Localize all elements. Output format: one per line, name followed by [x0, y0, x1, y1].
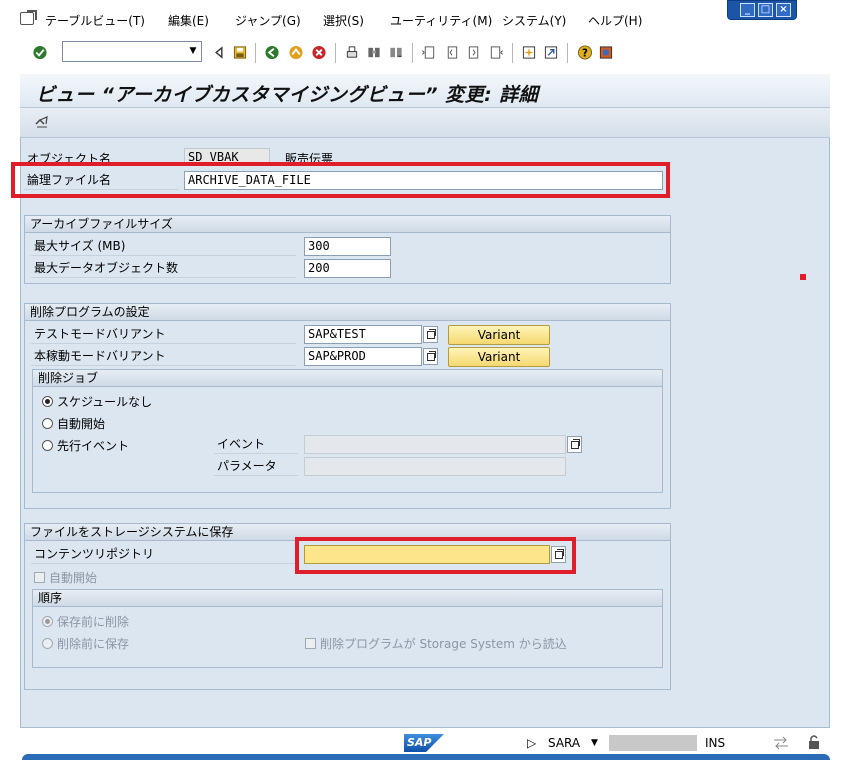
radio-preceding-event-label: 先行イベント	[57, 439, 130, 453]
max-objects-input[interactable]: 200	[304, 259, 391, 278]
back-icon[interactable]	[264, 45, 280, 60]
command-field[interactable]	[62, 41, 202, 62]
event-input	[304, 435, 566, 454]
sequence-title: 順序	[33, 590, 662, 607]
lock-icon	[809, 735, 819, 749]
menu-utilities[interactable]: ユーティリティ(M)	[390, 12, 492, 29]
help-icon[interactable]: ?	[577, 45, 593, 60]
command-dropdown-icon[interactable]: ▼	[186, 43, 200, 60]
radio-delete-before-store-label: 保存前に削除	[57, 615, 130, 629]
close-icon[interactable]: ×	[776, 3, 791, 17]
menu-selection[interactable]: 選択(S)	[323, 12, 364, 29]
back-arrow-icon[interactable]	[211, 45, 227, 60]
layout-icon[interactable]	[598, 45, 614, 60]
cancel-icon[interactable]	[311, 45, 327, 60]
next-page-icon[interactable]	[466, 45, 482, 60]
radio-no-schedule[interactable]	[42, 396, 53, 407]
connection-icon	[774, 736, 788, 750]
parameter-label: パラメータ	[214, 457, 298, 476]
exit-icon[interactable]	[288, 45, 304, 60]
find-icon[interactable]	[366, 45, 382, 60]
prev-page-icon[interactable]	[444, 45, 460, 60]
toolbar-separator	[255, 43, 256, 63]
value-help-icon[interactable]	[423, 348, 438, 365]
application-toolbar	[20, 108, 830, 138]
archive-size-title: アーカイブファイルサイズ	[25, 216, 670, 233]
maximize-icon[interactable]: □	[758, 3, 773, 17]
max-objects-label: 最大データオブジェクト数	[31, 259, 296, 278]
test-variant-button[interactable]: Variant	[448, 325, 550, 345]
menu-goto[interactable]: ジャンプ(G)	[235, 12, 301, 29]
first-page-icon[interactable]	[421, 45, 437, 60]
radio-auto-start-label: 自動開始	[57, 417, 106, 431]
display-change-icon[interactable]	[34, 115, 50, 129]
radio-preceding-event[interactable]	[42, 440, 53, 451]
auto-start-checkbox	[34, 572, 45, 583]
test-variant-input[interactable]: SAP&TEST	[304, 325, 422, 344]
highlight-box-logical-file	[11, 162, 670, 198]
read-from-storage-checkbox	[305, 638, 316, 649]
read-from-storage-label: 削除プログラムが Storage System から読込	[320, 637, 567, 651]
page-title: ビュー “アーカイブカスタマイジングビュー” 変更: 詳細	[36, 84, 539, 106]
prod-variant-input[interactable]: SAP&PROD	[304, 347, 422, 366]
svg-text:?: ?	[582, 47, 588, 59]
menu-system[interactable]: システム(Y)	[502, 12, 566, 29]
test-variant-label: テストモードバリアント	[31, 325, 296, 344]
input-mode: INS	[705, 736, 726, 750]
max-size-input[interactable]: 300	[304, 237, 391, 256]
prod-variant-label: 本稼動モードバリアント	[31, 347, 296, 366]
transaction-code: SARA	[548, 736, 581, 750]
parameter-input	[304, 457, 566, 476]
last-page-icon[interactable]	[488, 45, 504, 60]
auto-start-label: 自動開始	[49, 571, 98, 585]
print-icon[interactable]	[344, 45, 360, 60]
enter-icon[interactable]	[32, 45, 48, 60]
save-icon[interactable]	[232, 45, 248, 60]
shortcut-icon[interactable]	[543, 45, 559, 60]
transaction-dropdown-icon[interactable]: ▼	[591, 738, 598, 748]
radio-store-before-delete	[42, 638, 53, 649]
toolbar-separator	[335, 43, 336, 63]
window-controls: _ □ ×	[727, 0, 797, 20]
toolbar-separator	[412, 43, 413, 63]
highlight-box-content-repository	[295, 537, 576, 574]
radio-no-schedule-label: スケジュールなし	[57, 395, 153, 409]
value-help-icon[interactable]	[423, 326, 438, 343]
delete-jobs-title: 削除ジョブ	[33, 370, 662, 387]
create-session-icon[interactable]	[521, 45, 537, 60]
radio-delete-before-store	[42, 616, 53, 627]
status-expand-icon[interactable]: ▷	[527, 736, 536, 750]
menu-edit[interactable]: 編集(E)	[168, 12, 209, 29]
radio-auto-start[interactable]	[42, 418, 53, 429]
prod-variant-button[interactable]: Variant	[448, 347, 550, 367]
menu-table-view[interactable]: テーブルビュー(T)	[45, 12, 145, 29]
max-size-label: 最大サイズ (MB)	[31, 237, 296, 256]
delete-program-title: 削除プログラムの設定	[25, 304, 670, 321]
find-next-icon[interactable]	[388, 45, 404, 60]
menu-help[interactable]: ヘルプ(H)	[588, 12, 642, 29]
menu-export-icon[interactable]	[20, 12, 34, 25]
event-label: イベント	[214, 435, 298, 454]
value-help-icon[interactable]	[567, 436, 582, 453]
toolbar-separator	[512, 43, 513, 63]
content-repository-label: コンテンツリポジトリ	[31, 545, 296, 564]
bottom-strip	[22, 754, 830, 760]
toolbar-separator	[567, 43, 568, 63]
red-marker	[800, 274, 806, 280]
radio-store-before-delete-label: 削除前に保存	[57, 637, 130, 651]
server-info-field	[609, 735, 697, 751]
minimize-icon[interactable]: _	[740, 3, 755, 17]
